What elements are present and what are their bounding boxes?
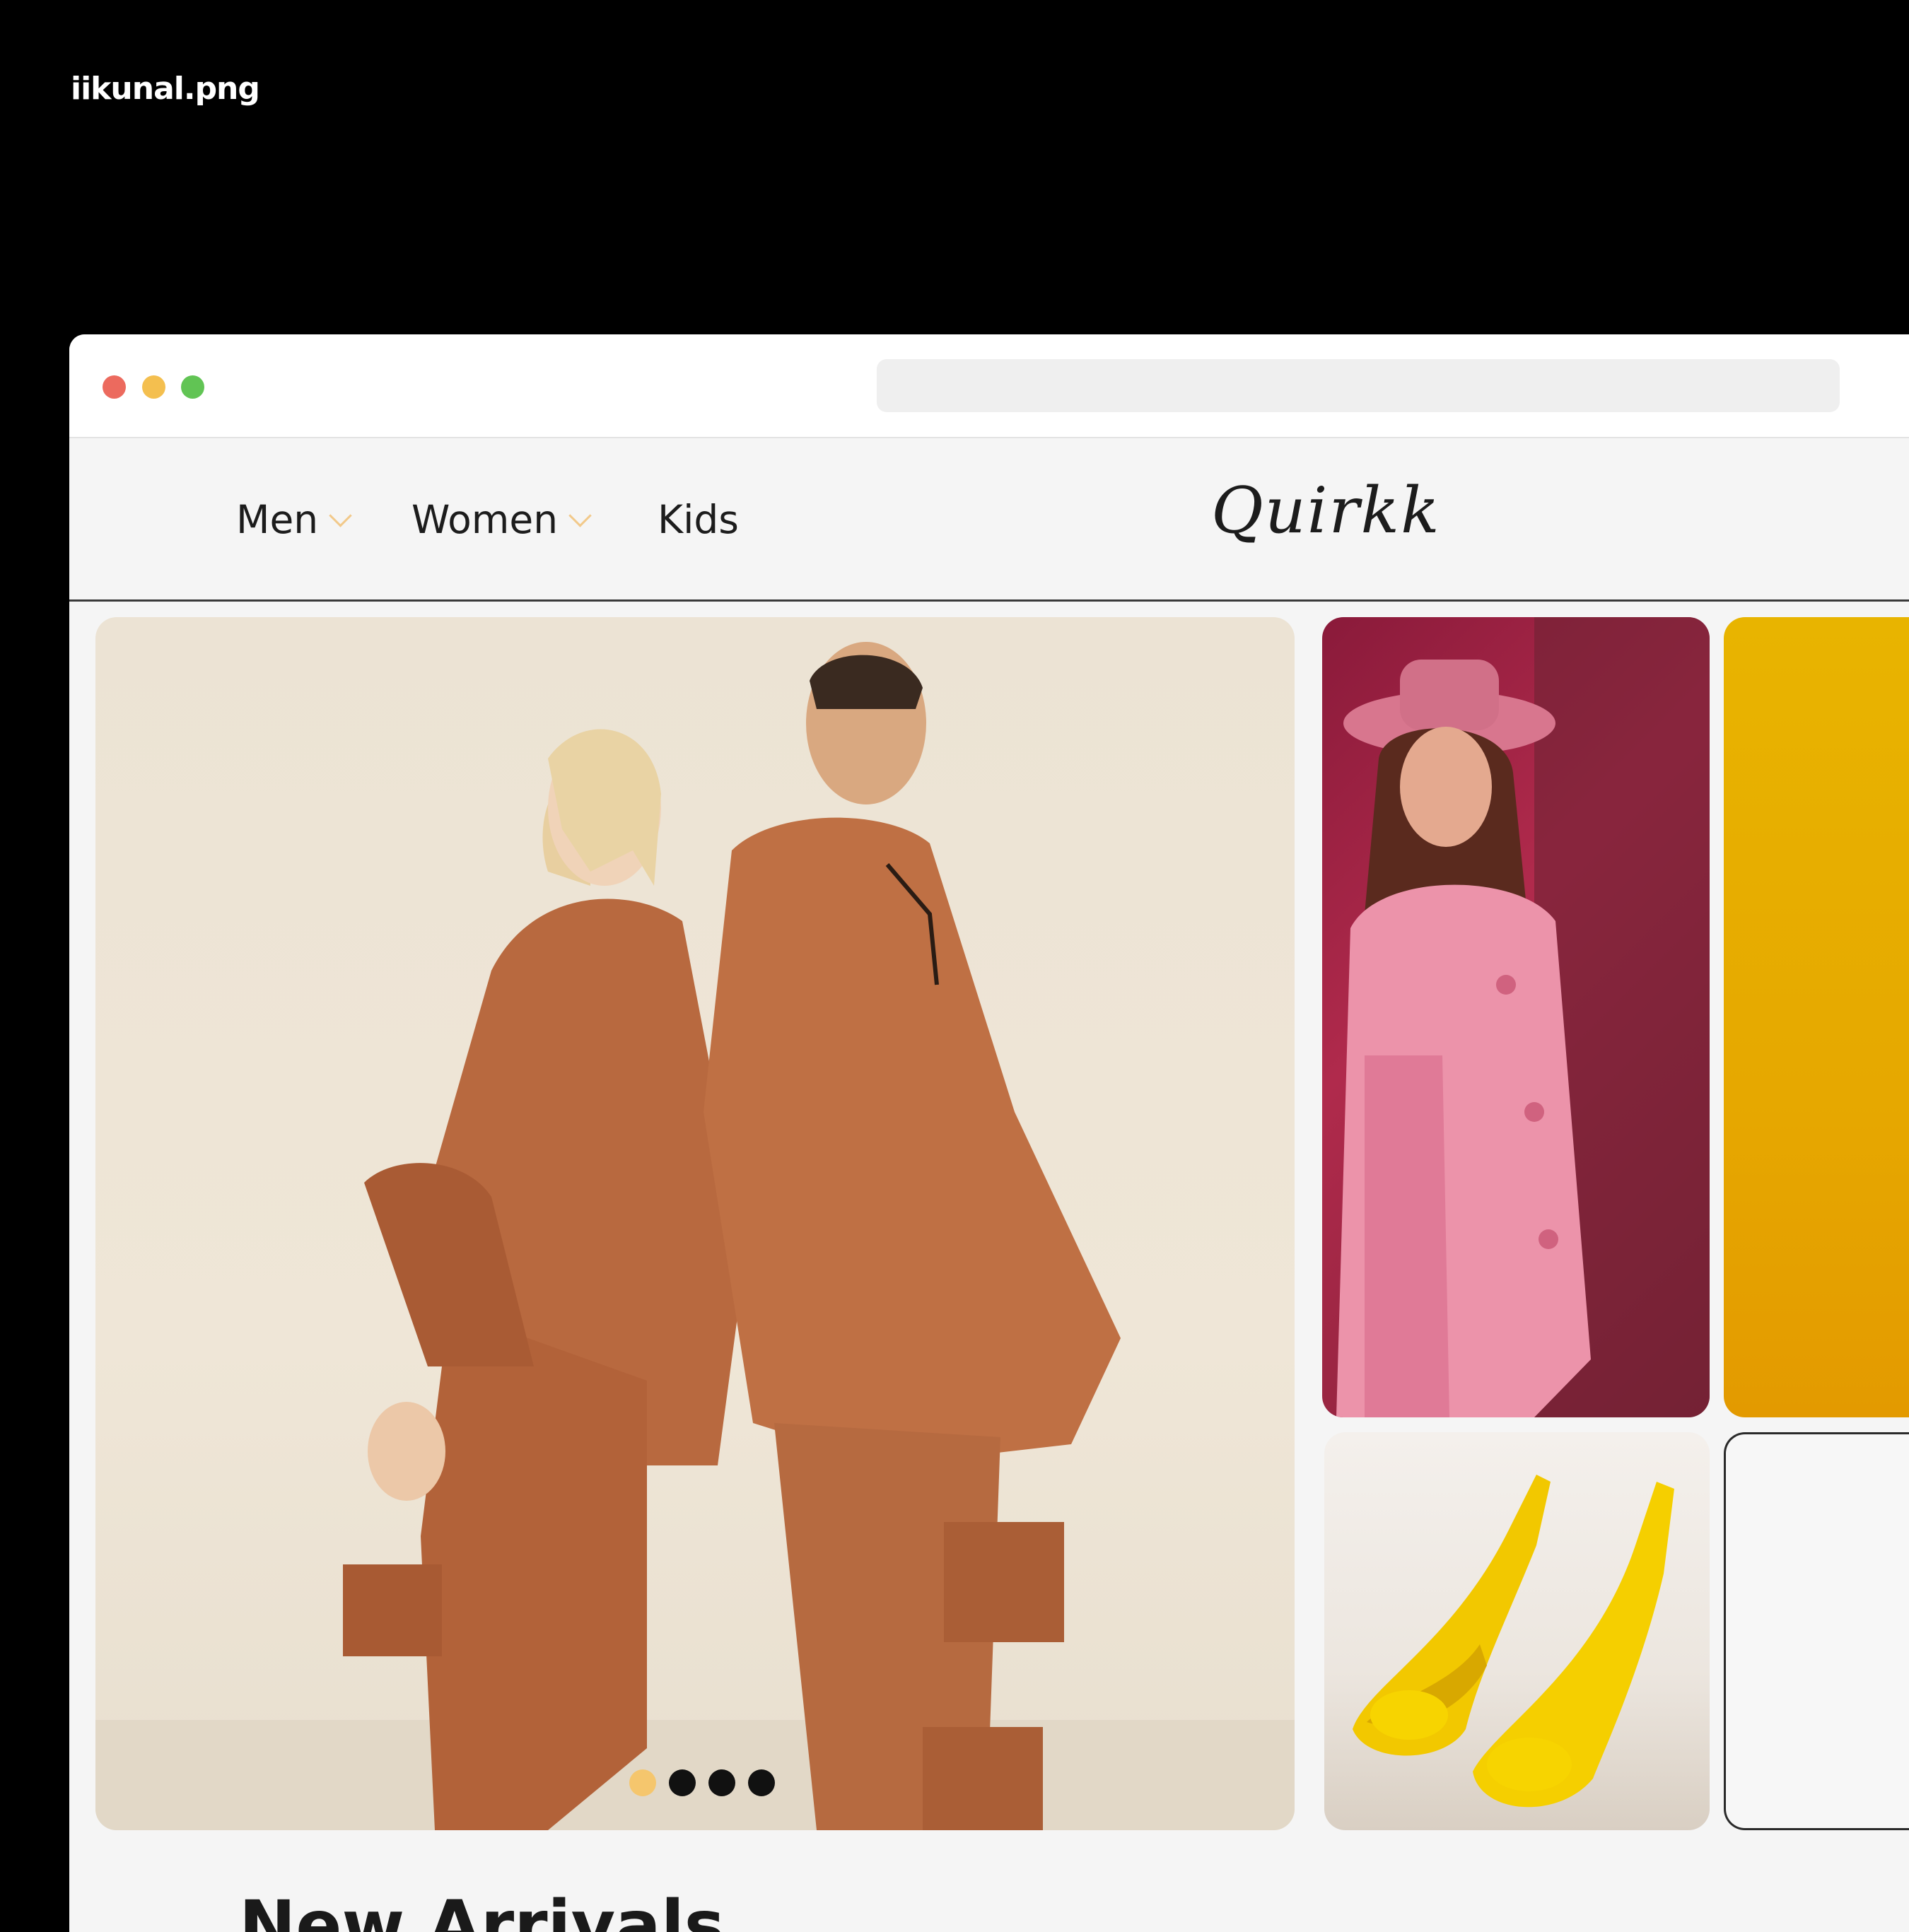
chevron-down-icon xyxy=(329,503,352,527)
pink-coat-image xyxy=(1336,617,1710,1417)
nav-item-label: Women xyxy=(411,497,559,542)
carousel-indicators xyxy=(629,1769,775,1796)
man-figure xyxy=(704,642,1121,1830)
file-label: iikunal.png xyxy=(71,71,260,107)
nav-item-women[interactable]: Women xyxy=(411,491,592,548)
browser-titlebar xyxy=(69,334,1909,438)
carousel-dot[interactable] xyxy=(748,1769,775,1796)
address-bar[interactable] xyxy=(877,359,1840,412)
section-title: New Arrivals xyxy=(239,1886,725,1932)
product-tile-pink-coat[interactable] xyxy=(1322,617,1710,1417)
close-window-button[interactable] xyxy=(103,375,126,399)
carousel-dot[interactable] xyxy=(629,1769,656,1796)
yellow-heels-image xyxy=(1353,1475,1674,1808)
product-tile-yellow[interactable] xyxy=(1724,617,1909,1417)
hero-carousel[interactable] xyxy=(95,617,1295,1830)
carousel-dot[interactable] xyxy=(708,1769,735,1796)
maximize-window-button[interactable] xyxy=(181,375,204,399)
nav-item-men[interactable]: Men xyxy=(236,491,352,548)
woman-figure xyxy=(343,729,746,1830)
minimize-window-button[interactable] xyxy=(142,375,165,399)
nav-item-label: Men xyxy=(236,497,319,542)
product-tile-yellow-heels[interactable] xyxy=(1324,1432,1710,1830)
product-tile-empty[interactable] xyxy=(1724,1432,1909,1830)
site-logo[interactable]: Quirkk xyxy=(1211,474,1441,548)
nav-item-kids[interactable]: Kids xyxy=(658,491,739,548)
nav-item-label: Kids xyxy=(658,497,739,542)
chevron-down-icon xyxy=(568,503,592,527)
hero-image xyxy=(95,642,1295,1830)
site-navbar: Men Women Kids Quirkk xyxy=(69,438,1909,602)
carousel-dot[interactable] xyxy=(669,1769,696,1796)
browser-window: Men Women Kids Quirkk New Arrivals xyxy=(69,334,1909,1932)
